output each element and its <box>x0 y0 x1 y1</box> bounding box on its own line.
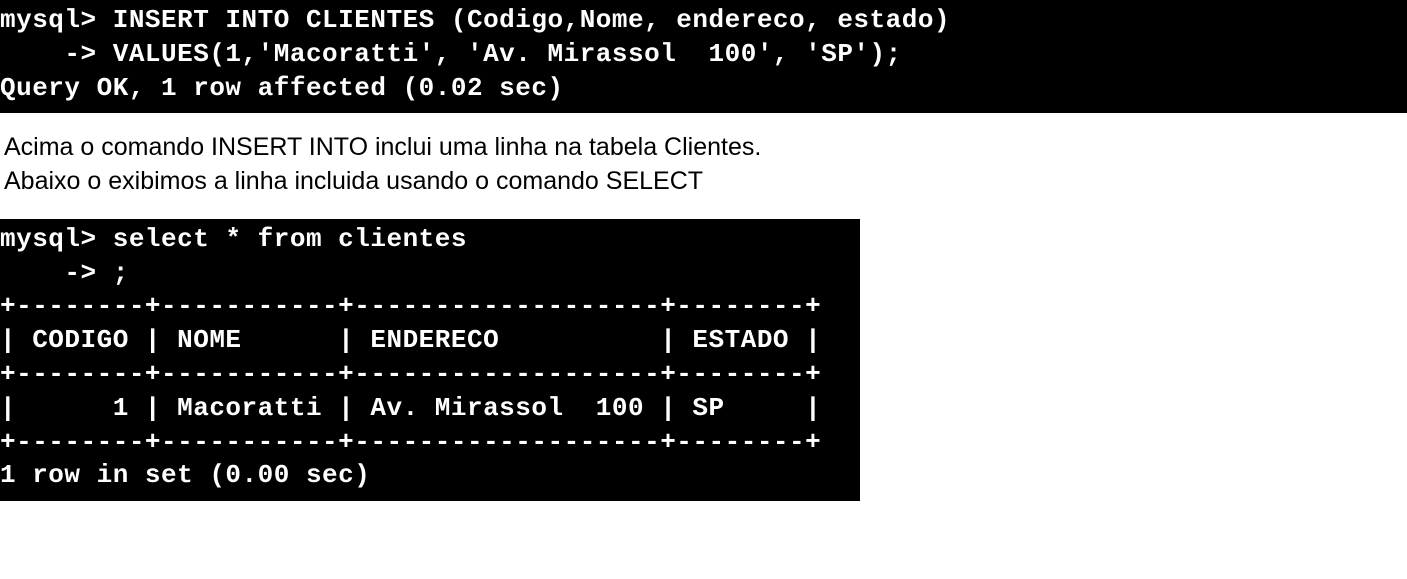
description-line: Abaixo o exibimos a linha incluida usand… <box>4 167 703 195</box>
terminal-select-block: mysql> select * from clientes -> ; +----… <box>0 219 860 501</box>
description-text: Acima o comando INSERT INTO inclui uma l… <box>0 113 1407 219</box>
description-line: Acima o comando INSERT INTO inclui uma l… <box>4 133 761 161</box>
terminal-insert-block: mysql> INSERT INTO CLIENTES (Codigo,Nome… <box>0 0 1407 113</box>
